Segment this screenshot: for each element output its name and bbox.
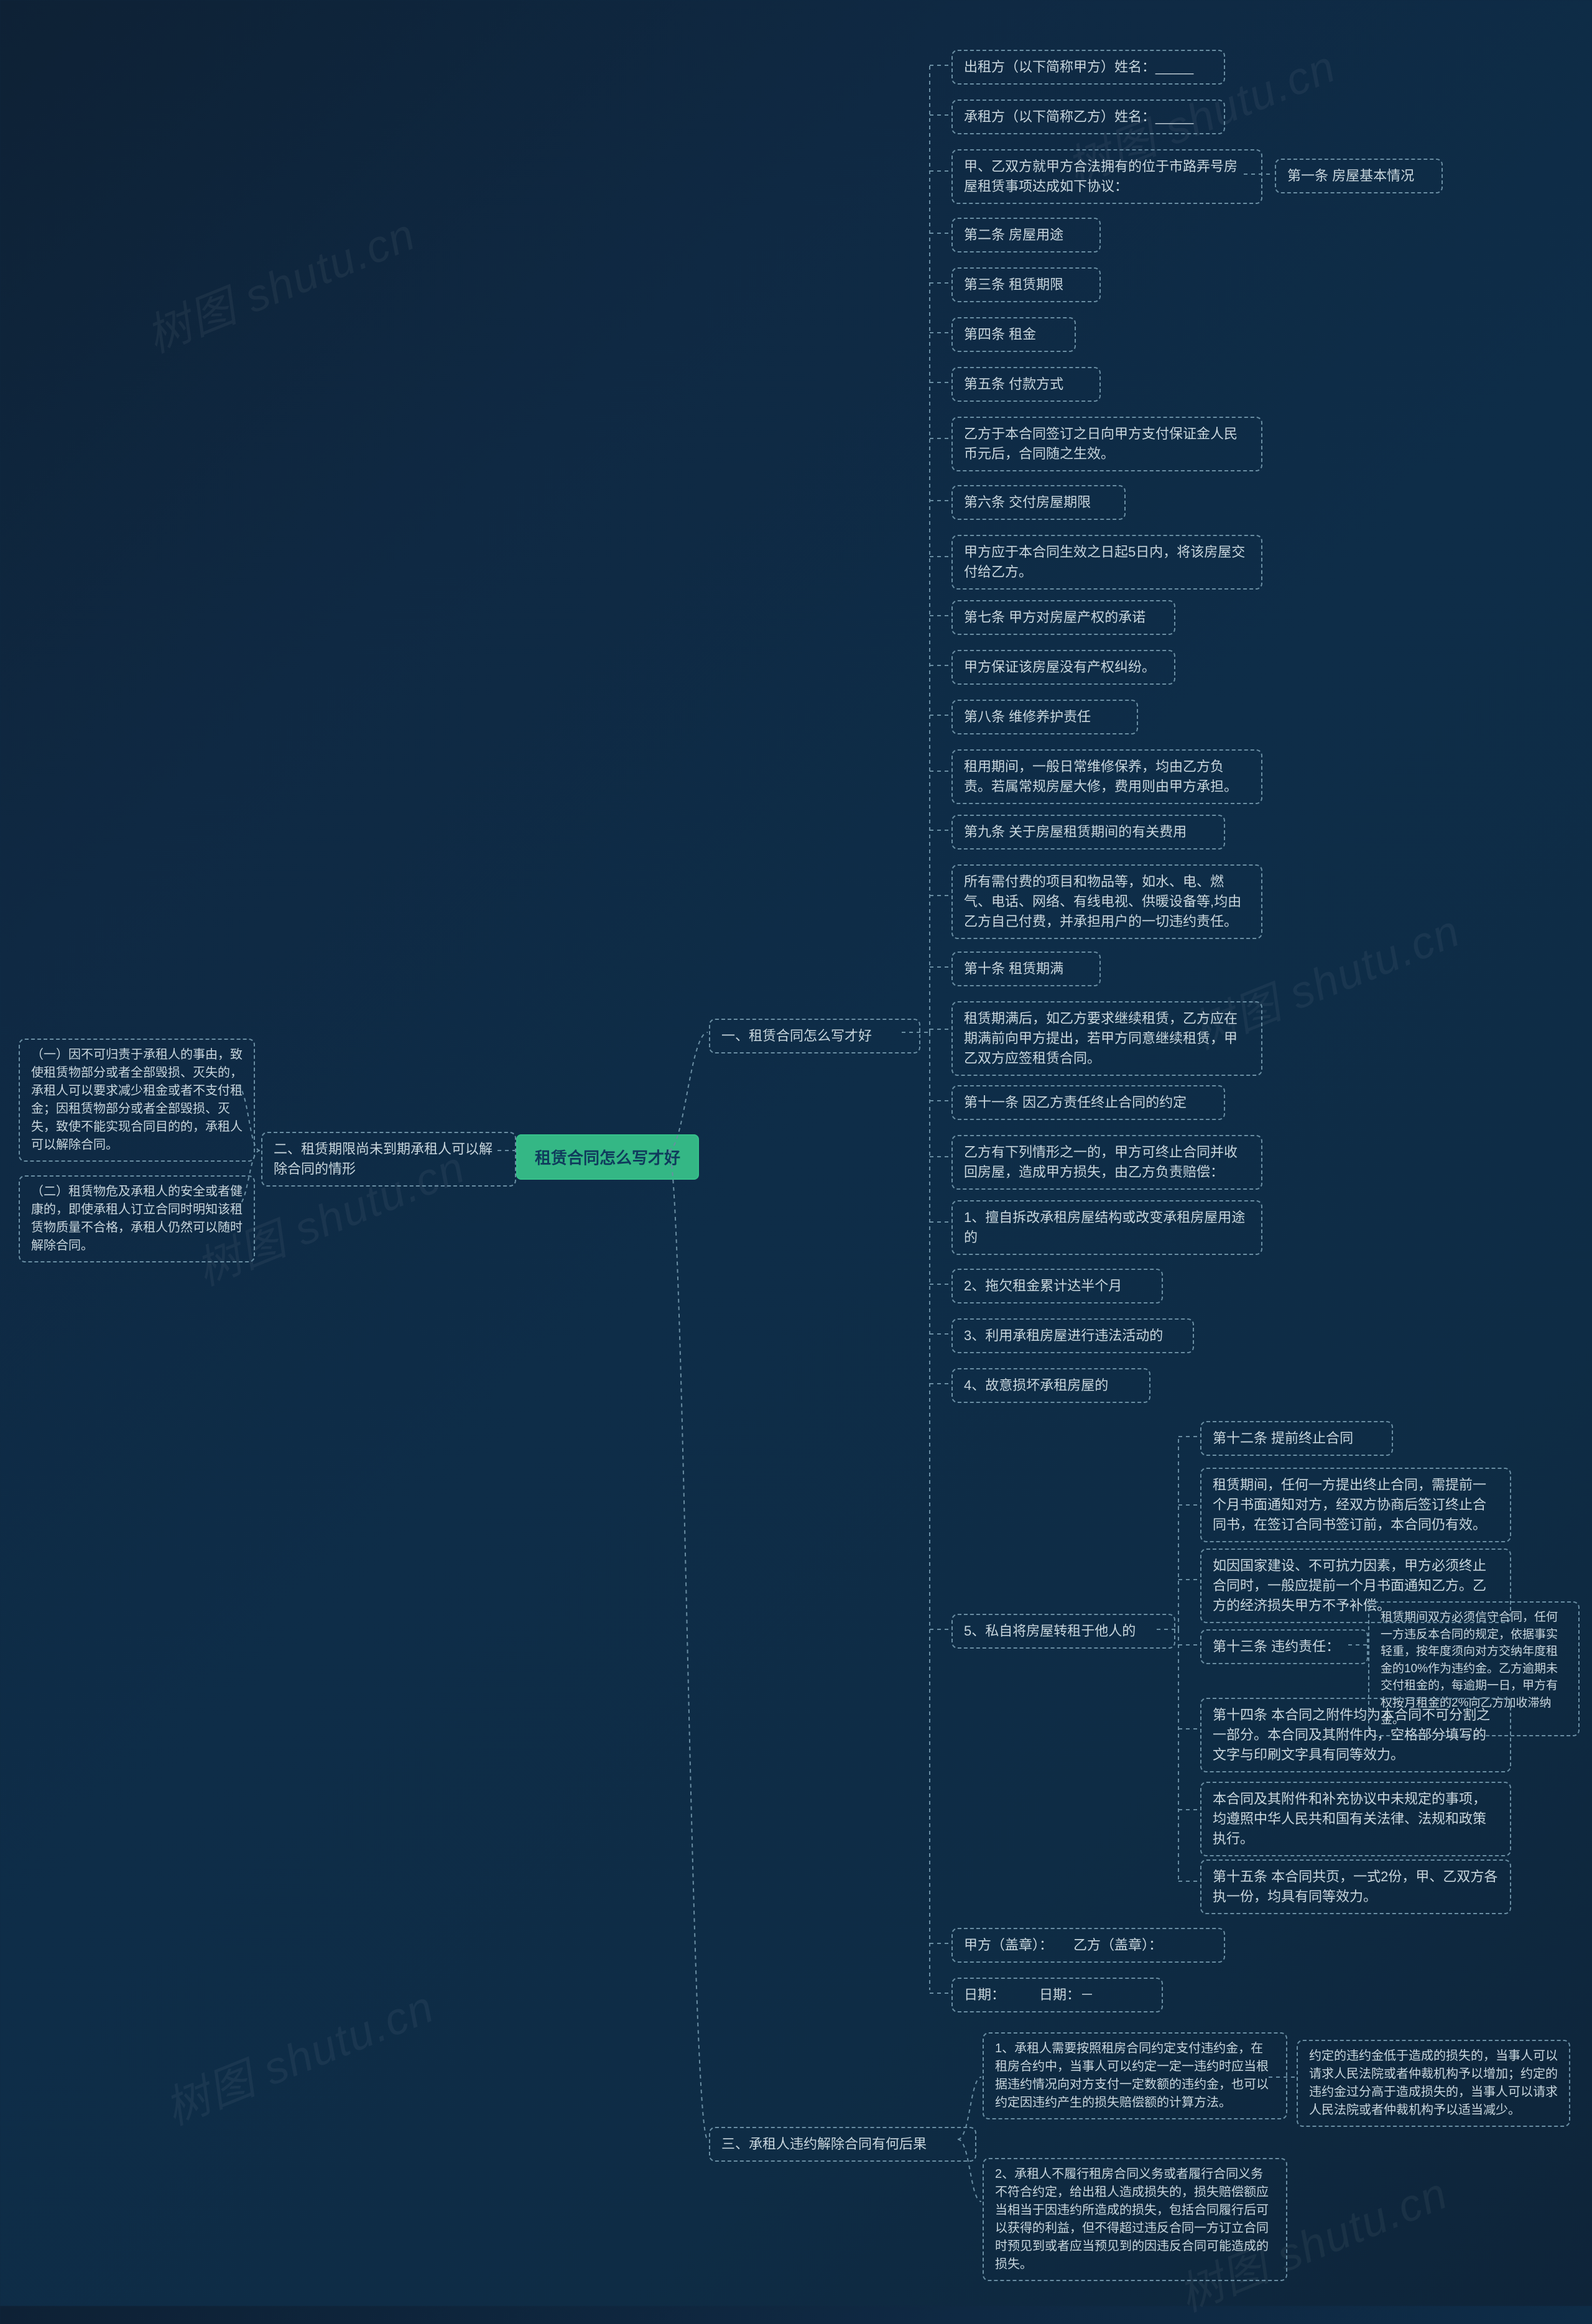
root-node: 租赁合同怎么写才好 — [516, 1134, 699, 1180]
s1-n25-a: 第十二条 提前终止合同 — [1200, 1421, 1393, 1456]
s1-n17: 第十条 租赁期满 — [951, 951, 1101, 986]
s1-n15: 第九条 关于房屋租赁期间的有关费用 — [951, 815, 1225, 850]
s2-n1: （一）因不可归责于承租人的事由，致使租赁物部分或者全部毁损、灭失的，承租人可以要… — [19, 1039, 255, 1162]
s1-n18: 租赁期满后，如乙方要求继续租赁，乙方应在期满前向甲方提出，若甲方同意继续租赁，甲… — [951, 1001, 1262, 1076]
s1-n09: 第六条 交付房屋期限 — [951, 485, 1126, 520]
s1-n24: 4、故意损坏承租房屋的 — [951, 1368, 1150, 1403]
s1-n10: 甲方应于本合同生效之日起5日内，将该房屋交付给乙方。 — [951, 535, 1262, 590]
s1-n06: 第四条 租金 — [951, 317, 1076, 352]
s1-n11: 第七条 甲方对房屋产权的承诺 — [951, 600, 1175, 635]
s1-n25-d: 第十三条 违约责任： — [1200, 1629, 1368, 1664]
s1-n19: 第十一条 因乙方责任终止合同的约定 — [951, 1085, 1225, 1120]
section-1-title: 一、租赁合同怎么写才好 — [709, 1019, 920, 1053]
section-3-title: 三、承租人违约解除合同有何后果 — [709, 2127, 976, 2162]
s1-n21: 1、擅自拆改承租房屋结构或改变承租房屋用途的 — [951, 1200, 1262, 1255]
s1-n26: 甲方（盖章）： 乙方（盖章）： — [951, 1928, 1225, 1963]
s1-n03: 甲、乙双方就甲方合法拥有的位于市路弄号房屋租赁事项达成如下协议： — [951, 149, 1262, 204]
s1-n02: 承租方（以下简称乙方）姓名：_____ — [951, 100, 1225, 134]
s1-n07: 第五条 付款方式 — [951, 367, 1101, 402]
s1-n13: 第八条 维修养护责任 — [951, 700, 1138, 734]
s1-n08: 乙方于本合同签订之日向甲方支付保证金人民币元后，合同随之生效。 — [951, 417, 1262, 471]
watermark: 树图 shutu.cn — [154, 1970, 442, 2137]
s1-n25-f: 本合同及其附件和补充协议中未规定的事项，均遵照中华人民共和国有关法律、法规和政策… — [1200, 1782, 1511, 1856]
s1-n25-g: 第十五条 本合同共页，一式2份，甲、乙双方各执一份，均具有同等效力。 — [1200, 1859, 1511, 1914]
s1-n16: 所有需付费的项目和物品等，如水、电、燃气、电话、网络、有线电视、供暖设备等,均由… — [951, 864, 1262, 939]
watermark: 树图 shutu.cn — [135, 198, 423, 365]
s3-n1r: 约定的违约金低于造成的损失的，当事人可以请求人民法院或者仲裁机构予以增加；约定的… — [1297, 2040, 1570, 2127]
s1-n03r: 第一条 房屋基本情况 — [1275, 159, 1443, 193]
s1-n23: 3、利用承租房屋进行违法活动的 — [951, 1318, 1194, 1353]
s1-n01: 出租方（以下简称甲方）姓名：_____ — [951, 50, 1225, 85]
s1-n14: 租用期间，一般日常维修保养，均由乙方负责。若属常规房屋大修，费用则由甲方承担。 — [951, 749, 1262, 804]
section-2-title: 二、租赁期限尚未到期承租人可以解除合同的情形 — [261, 1132, 516, 1187]
s1-n27: 日期： 日期：－ — [951, 1978, 1163, 2012]
s1-n12: 甲方保证该房屋没有产权纠纷。 — [951, 650, 1175, 685]
s1-n04: 第二条 房屋用途 — [951, 218, 1101, 252]
s3-n1: 1、承租人需要按照租房合同约定支付违约金，在租房合约中，当事人可以约定一定一违约… — [983, 2032, 1287, 2119]
s1-n22: 2、拖欠租金累计达半个月 — [951, 1269, 1163, 1303]
s1-n25-b: 租赁期间，任何一方提出终止合同，需提前一个月书面通知对方，经双方协商后签订终止合… — [1200, 1468, 1511, 1542]
s2-n2: （二）租赁物危及承租人的安全或者健康的，即使承租人订立合同时明知该租赁物质量不合… — [19, 1175, 255, 1262]
s1-n25-e: 第十四条 本合同之附件均为本合同不可分割之一部分。本合同及其附件内，空格部分填写… — [1200, 1698, 1511, 1772]
s1-n25: 5、私自将房屋转租于他人的 — [951, 1614, 1175, 1649]
s1-n05: 第三条 租赁期限 — [951, 267, 1101, 302]
s3-n2: 2、承租人不履行租房合同义务或者履行合同义务不符合约定，给出租人造成损失的，损失… — [983, 2158, 1287, 2281]
s1-n20: 乙方有下列情形之一的，甲方可终止合同并收回房屋，造成甲方损失，由乙方负责赔偿： — [951, 1135, 1262, 1190]
